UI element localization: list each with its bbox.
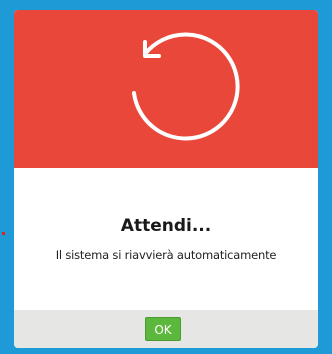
edge-marker <box>2 232 5 235</box>
dialog-message: Il sistema si riavvierà automaticamente <box>55 248 277 262</box>
dialog-body: Attendi... Il sistema si riavvierà autom… <box>14 168 318 310</box>
ok-button[interactable]: OK <box>145 317 181 341</box>
restart-arrow-icon <box>132 32 240 141</box>
dialog-title: Attendi... <box>120 216 212 236</box>
dialog-footer: OK <box>14 310 318 348</box>
dialog-header <box>14 10 318 168</box>
screen-background: Attendi... Il sistema si riavvierà autom… <box>0 0 332 354</box>
restart-dialog: Attendi... Il sistema si riavvierà autom… <box>14 10 318 348</box>
